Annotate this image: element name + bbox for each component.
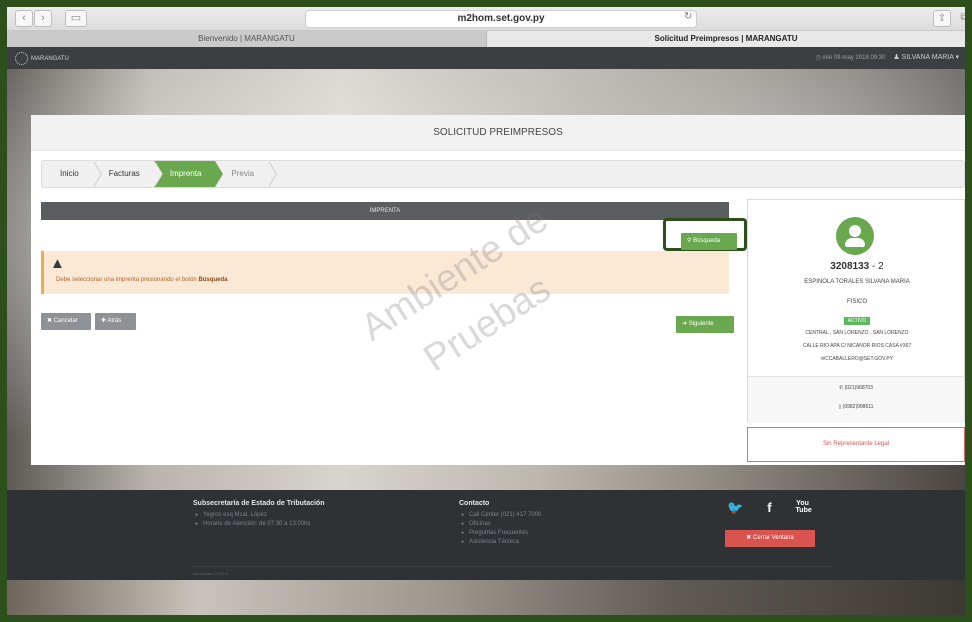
phone-mobile: ▯ (0982)998611	[748, 404, 964, 410]
contact-section: ✆ (021)968703 ▯ (0982)998611	[748, 376, 964, 423]
step-label: Previa	[231, 169, 255, 178]
step-inicio[interactable]: Inicio	[42, 161, 102, 187]
footer-title: Subsecretaría de Estado de Tributación	[193, 500, 325, 507]
footer-divider	[193, 566, 833, 567]
next-button[interactable]: ➜ Siguiente	[676, 316, 734, 333]
step-label: Facturas	[108, 169, 140, 178]
address-line-2: CALLE RIO APA C/ NICANOR RIOS CASA #367	[802, 343, 912, 349]
footer-link[interactable]: Asistencia Técnica	[459, 538, 541, 547]
address-line-1: CENTRAL , SAN LORENZO , SAN LORENZO	[805, 330, 909, 336]
caret-down-icon: ▾	[953, 54, 959, 61]
social-links: 🐦 f You Tube	[727, 500, 812, 516]
facebook-icon[interactable]: f	[767, 500, 771, 516]
page-title: SOLICITUD PREIMPRESOS	[31, 115, 965, 151]
user-name: SILVANA MARIA	[901, 54, 954, 61]
close-window-label: Cerrar Ventana	[753, 535, 794, 541]
tabs-overview-icon[interactable]: ⧉	[957, 10, 965, 27]
tab-solicitud-preimpresos[interactable]: Solicitud Preimpresos | MARANGATU	[486, 31, 965, 47]
warning-icon: ▲	[50, 255, 65, 272]
close-icon: ✖	[47, 318, 54, 324]
footer-col-set: Subsecretaría de Estado de Tributación Y…	[193, 500, 324, 529]
step-facturas[interactable]: Facturas	[93, 161, 163, 187]
ruc: 3208133	[830, 261, 870, 272]
tab-bienvenido[interactable]: Bienvenido | MARANGATU	[7, 31, 486, 47]
phone-landline: ✆ (021)968703	[748, 385, 964, 391]
footer-item: Yegros esq Mcal. López	[193, 511, 324, 520]
email: ✉CCABALLERO@SET.GOV.PY	[748, 356, 965, 362]
app-navbar: MARANGATU ◷ mié 09-may 2018 09:30 ♟ SILV…	[7, 47, 965, 69]
mobile-text: (0982)998611	[842, 404, 874, 410]
brand[interactable]: MARANGATU	[15, 52, 69, 65]
footer-list: Yegros esq Mcal. López Horario de Atenci…	[193, 511, 324, 529]
warning-alert: ▲ Debe seleccionar una imprenta presiona…	[41, 251, 729, 294]
step-label: Inicio	[60, 169, 79, 178]
watermark-line: Pruebas	[416, 267, 559, 381]
alert-message: Debe seleccionar una imprenta presionand…	[56, 277, 227, 283]
taxpayer-type: FISICO	[846, 299, 867, 305]
next-label: Siguiente	[688, 321, 714, 327]
sidebar-toggle-icon[interactable]: ▭	[65, 10, 87, 27]
step-imprenta[interactable]: Imprenta	[153, 161, 224, 187]
avatar-user-icon	[836, 217, 874, 255]
back-nav-icon[interactable]: ‹	[15, 10, 33, 27]
ruc-dv: - 2	[872, 261, 884, 272]
footer-list: Call Center (021) 417 7000 Oficinas Preg…	[459, 511, 541, 547]
phone-text: (021)968703	[844, 385, 873, 391]
imprenta-section-header: IMPRENTA	[41, 202, 729, 220]
footer-col-contact: Contacto Call Center (021) 417 7000 Ofic…	[459, 500, 541, 547]
alert-bold: Búsqueda	[198, 277, 228, 283]
forward-nav-icon[interactable]: ›	[34, 10, 52, 27]
close-icon: ✖	[746, 535, 753, 541]
browser-chrome: ‹ › ▭ m2hom.set.gov.py ↻ ⇪ ⧉ Bienvenido …	[7, 7, 965, 47]
taxpayer-card: 3208133 - 2 ESPINOLA TORALES SILVANA MAR…	[747, 199, 965, 423]
email-text: CCABALLERO@SET.GOV.PY	[825, 356, 894, 362]
url-bar[interactable]: m2hom.set.gov.py	[305, 10, 697, 28]
step-arrow	[268, 161, 277, 187]
step-arrow	[215, 161, 224, 187]
footer-link[interactable]: Preguntas Frecuentes	[459, 529, 541, 538]
search-button-label: Búsqueda	[693, 238, 721, 244]
step-label: Imprenta	[169, 169, 202, 178]
app-version: Marangatu 2.6.33.6	[193, 571, 228, 576]
date-text: mié 09-may 2018 09:30	[822, 55, 886, 61]
wizard-steps: Inicio Facturas Imprenta Previa	[41, 160, 965, 188]
browser-tabs: Bienvenido | MARANGATU Solicitud Preimpr…	[7, 31, 965, 47]
step-arrow	[92, 161, 101, 187]
footer-link[interactable]: Oficinas	[459, 520, 541, 529]
cancel-button[interactable]: ✖ Cancelar	[41, 313, 91, 330]
footer-link[interactable]: Call Center (021) 417 7000	[459, 511, 541, 520]
legal-representative-box: Sin Representante Legal	[747, 427, 965, 462]
browser-toolbar: ‹ › ▭ m2hom.set.gov.py ↻ ⇪ ⧉	[7, 7, 965, 31]
status-badge: ACTIVO	[844, 317, 870, 325]
back-button[interactable]: ✚ Atrás	[95, 313, 136, 330]
footer-item: Horario de Atención: de 07:30 a 13:00hs	[193, 520, 324, 529]
user-menu[interactable]: ♟ SILVANA MARIA ▾	[893, 54, 959, 61]
close-window-button[interactable]: ✖ Cerrar Ventana	[725, 530, 815, 547]
cancel-label: Cancelar	[53, 318, 78, 324]
alert-text: Debe seleccionar una imprenta presionand…	[56, 277, 199, 283]
user-icon: ♟	[893, 54, 902, 61]
share-icon[interactable]: ⇪	[933, 10, 951, 27]
youtube-icon[interactable]: You Tube	[796, 500, 812, 516]
reload-icon[interactable]: ↻	[684, 11, 692, 22]
arrow-right-icon: ➜	[682, 321, 689, 327]
footer: Subsecretaría de Estado de Tributación Y…	[7, 490, 965, 580]
marangatu-logo-icon	[15, 52, 28, 65]
brand-label: MARANGATU	[31, 55, 69, 62]
taxpayer-name: ESPINOLA TORALES SILVANA MARIA	[804, 279, 910, 285]
twitter-icon[interactable]: 🐦	[727, 500, 743, 516]
search-button[interactable]: ⚲ Búsqueda	[681, 233, 737, 250]
footer-title: Contacto	[459, 500, 490, 507]
user-info: ◷ mié 09-may 2018 09:30 ♟ SILVANA MARIA …	[816, 53, 959, 61]
ruc-number: 3208133 - 2	[748, 261, 965, 272]
window-frame: ‹ › ▭ m2hom.set.gov.py ↻ ⇪ ⧉ Bienvenido …	[0, 0, 972, 622]
back-label: Atrás	[107, 318, 122, 324]
clock-date: ◷ mié 09-may 2018 09:30	[816, 55, 886, 61]
step-arrow	[153, 161, 162, 187]
